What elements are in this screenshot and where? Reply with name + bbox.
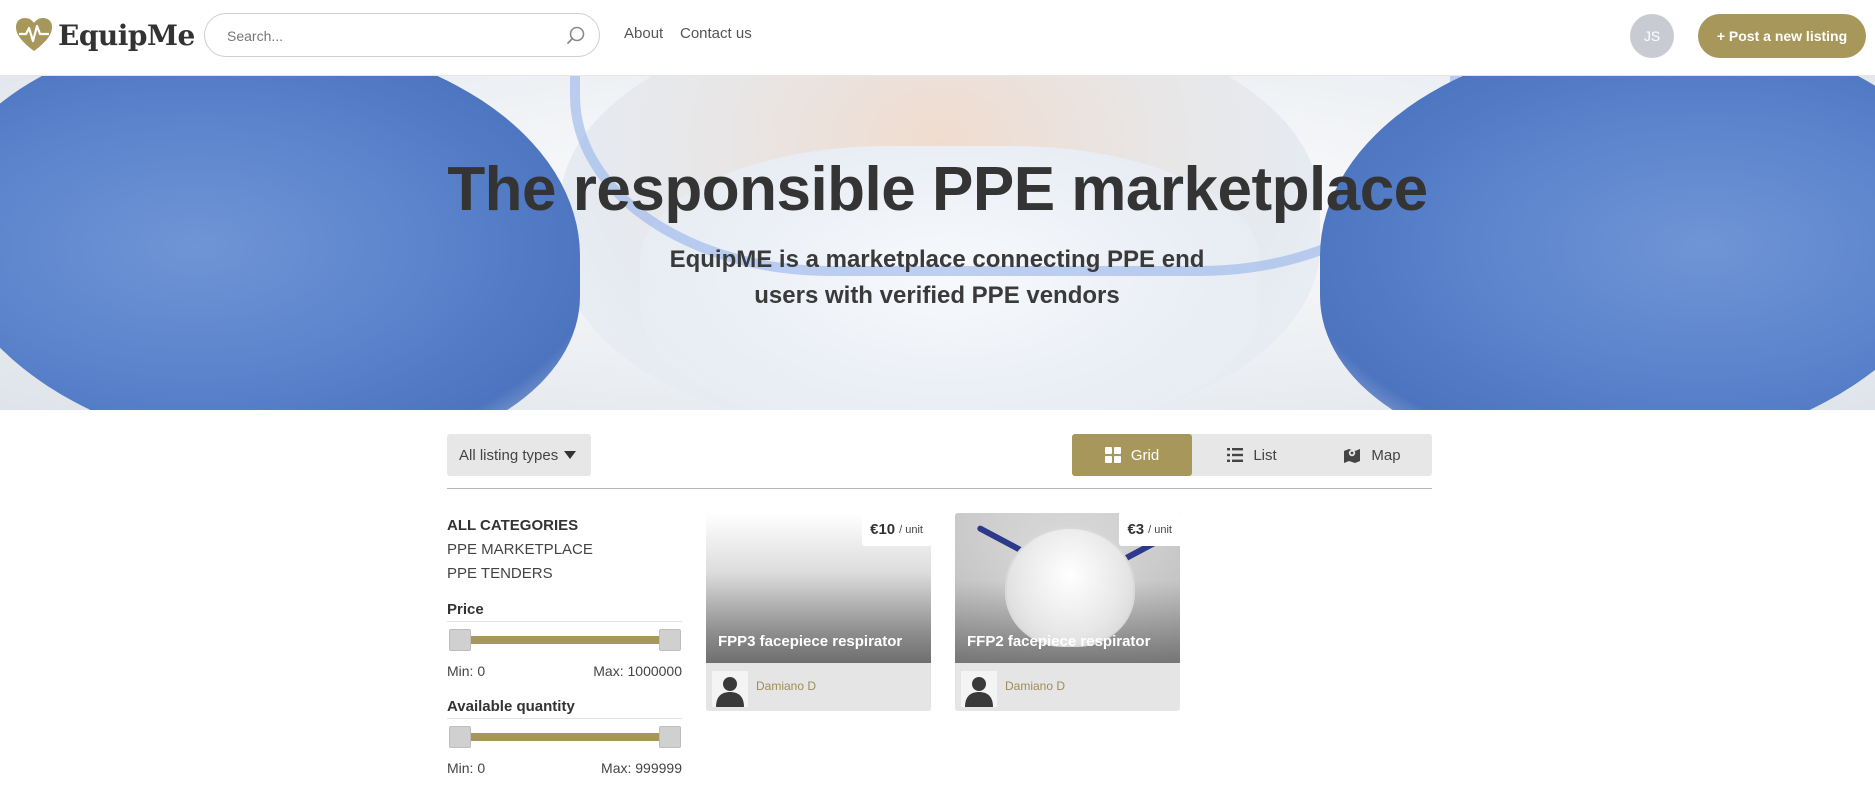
grid-icon [1104,447,1121,463]
author-avatar[interactable] [961,671,997,707]
nav-contact-link[interactable]: Contact us [680,25,752,42]
listing-card[interactable]: €3 / unit FFP2 facepiece respirator Dami… [955,513,1180,711]
logo[interactable]: EquipMe [14,16,195,54]
listing-title[interactable]: FPP3 facepiece respirator [718,633,902,650]
quantity-filter-divider [447,718,682,719]
view-list-button[interactable]: List [1192,434,1312,476]
listing-title[interactable]: FFP2 facepiece respirator [967,633,1150,650]
divider [447,488,1432,489]
price-unit: / unit [1148,523,1172,536]
price-filter-divider [447,621,682,622]
hero-banner: The responsible PPE marketplace EquipME … [0,76,1875,410]
quantity-min-handle[interactable] [449,726,471,748]
search-input[interactable] [227,24,547,48]
caret-down-icon [564,451,577,459]
price-tag: €10 / unit [862,513,931,546]
view-list-label: List [1253,446,1277,464]
search-icon[interactable] [565,25,587,47]
price-tag: €3 / unit [1119,513,1180,546]
hero-subtitle: EquipME is a marketplace connecting PPE … [669,246,1205,309]
listing-footer: Damiano D [706,663,931,711]
view-map-button[interactable]: Map [1312,434,1432,476]
map-icon [1344,449,1361,463]
nav-about-link[interactable]: About [624,25,663,42]
heart-logo-icon [16,18,52,51]
author-name[interactable]: Damiano D [756,679,816,693]
all-categories-link[interactable]: ALL CATEGORIES [447,517,578,534]
price-min-handle[interactable] [449,629,471,651]
search-bar [204,13,600,57]
price-max-handle[interactable] [659,629,681,651]
quantity-filter-label: Available quantity [447,698,575,715]
price-unit: / unit [899,523,923,536]
top-bar: EquipMe About Contact us JS + Post a new… [0,0,1875,76]
hero-left-glove-shape [0,76,580,410]
price-value: €3 [1127,521,1145,538]
post-listing-button[interactable]: + Post a new listing [1698,14,1866,58]
quantity-max-handle[interactable] [659,726,681,748]
view-grid-label: Grid [1130,446,1160,464]
listing-footer: Damiano D [955,663,1180,711]
hero-title: The responsible PPE marketplace [447,155,1428,224]
hero-right-glove-shape [1320,76,1875,410]
logo-text: EquipMe [58,18,195,52]
view-grid-button[interactable]: Grid [1072,434,1192,476]
category-ppe-marketplace[interactable]: PPE MARKETPLACE [447,541,593,558]
listing-type-label: All listing types [459,446,559,464]
listing-type-dropdown[interactable]: All listing types [447,434,591,476]
quantity-max-value: Max: 999999 [601,760,682,776]
person-icon [965,677,993,707]
price-min-value: Min: 0 [447,663,486,679]
author-name[interactable]: Damiano D [1005,679,1065,693]
view-map-label: Map [1371,446,1401,464]
user-avatar[interactable]: JS [1630,14,1674,58]
price-value: €10 [870,521,896,538]
quantity-min-value: Min: 0 [447,760,486,776]
list-icon [1227,448,1244,462]
respirator-shape [1005,527,1135,647]
price-slider-track[interactable] [458,636,670,644]
quantity-slider-track[interactable] [458,733,670,741]
person-icon [716,677,744,707]
price-filter-label: Price [447,601,484,618]
category-ppe-tenders[interactable]: PPE TENDERS [447,565,553,582]
author-avatar[interactable] [712,671,748,707]
listing-card[interactable]: €10 / unit FPP3 facepiece respirator Dam… [706,513,931,711]
price-max-value: Max: 1000000 [593,663,682,679]
view-toggle: Grid List Map [1072,434,1432,476]
